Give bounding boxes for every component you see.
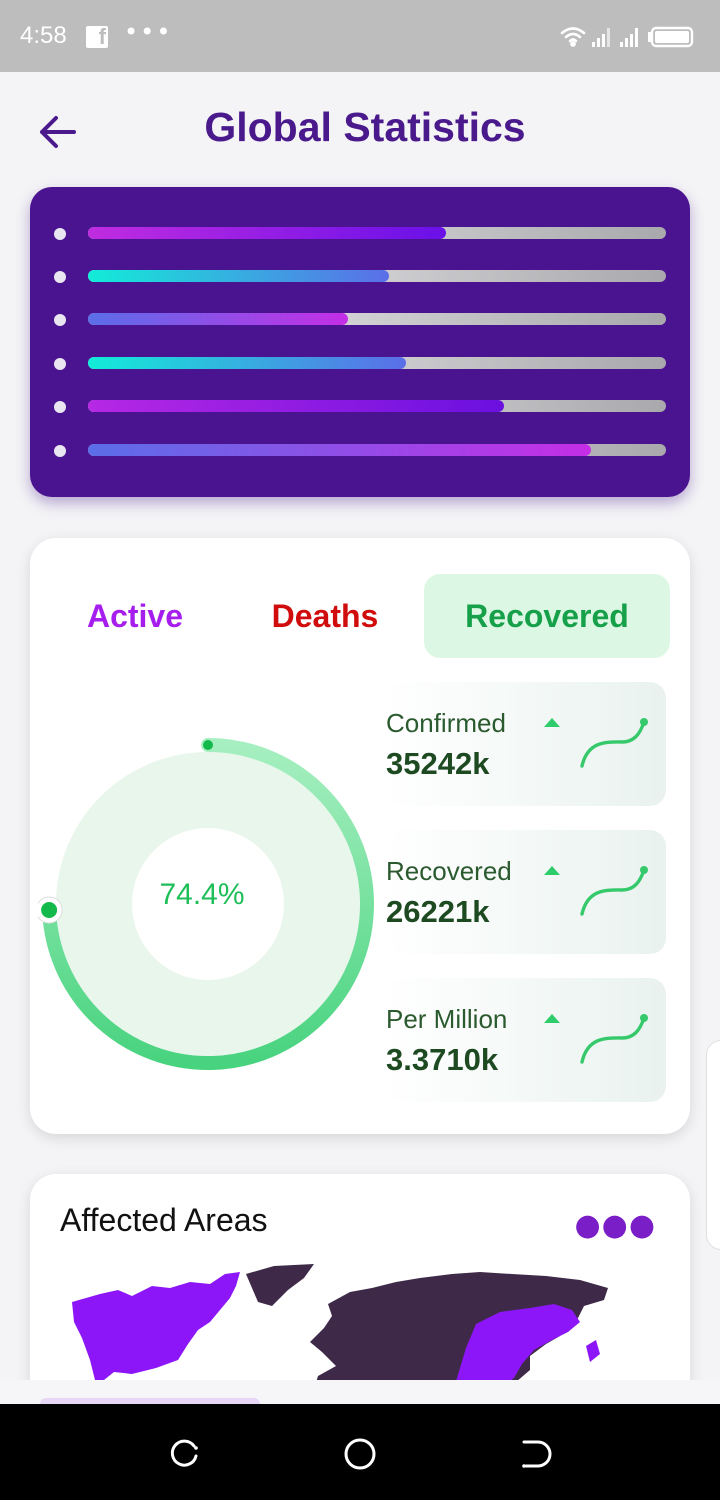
progress-bar-row [54, 357, 666, 371]
stat-value: 26221k [386, 894, 490, 929]
progress-bar-track [88, 400, 666, 412]
stat-label: Confirmed [386, 708, 506, 738]
page-title: Global Statistics [204, 104, 526, 150]
stat-value: 3.3710k [386, 1042, 499, 1077]
stat-value: 35242k [386, 746, 490, 781]
tab-deaths[interactable]: Deaths [240, 574, 410, 658]
donut-end-knob-dot [41, 901, 58, 918]
sparkline-icon [580, 718, 648, 768]
progress-bar-track [88, 313, 666, 325]
back-icon[interactable] [518, 1436, 554, 1472]
bullet-dot [54, 358, 66, 370]
progress-bar-fill [88, 227, 447, 239]
more-dots-icon: ••• [124, 18, 173, 46]
system-nav-bar [0, 1404, 720, 1500]
sparkline-icon [580, 866, 648, 916]
map-region-japan [586, 1340, 600, 1362]
signal-icon [620, 28, 638, 47]
progress-bar-row [54, 400, 666, 414]
trend-up-icon [544, 718, 560, 727]
progress-bar-fill [88, 357, 406, 369]
progress-bar-fill [88, 313, 349, 325]
status-bar: 4:58 f ••• [0, 0, 720, 72]
donut-start-marker [203, 740, 213, 750]
map-region-greenland [246, 1264, 314, 1306]
affected-areas-card: Affected Areas ●●● [30, 1174, 690, 1414]
status-icons [560, 26, 694, 48]
progress-bar-fill [88, 270, 389, 282]
progress-bar-track [88, 270, 666, 282]
progress-bar-row [54, 313, 666, 327]
stat-recovered[interactable]: Recovered 26221k [386, 830, 666, 954]
progress-bar-track [88, 357, 666, 369]
progress-bar-fill [88, 444, 591, 456]
progress-bar-row [54, 444, 666, 458]
bullet-dot [54, 314, 66, 326]
recent-apps-icon[interactable] [166, 1436, 202, 1472]
battery-icon [648, 26, 694, 48]
tab-recovered[interactable]: Recovered [424, 574, 670, 658]
stat-label: Per Million [386, 1004, 508, 1034]
progress-bar-fill [88, 400, 505, 412]
bullet-dot [54, 445, 66, 457]
trend-up-icon [544, 866, 560, 875]
bullet-dot [54, 401, 66, 413]
facebook-icon: f [86, 26, 108, 48]
signal-icon [592, 28, 610, 47]
side-drawer-handle[interactable] [706, 1040, 720, 1250]
trend-up-icon [544, 1014, 560, 1023]
status-time: 4:58 [20, 22, 67, 49]
progress-bar-row [54, 270, 666, 284]
progress-bar-track [88, 444, 666, 456]
donut-percent-label: 74.4% [159, 878, 245, 911]
sparkline-icon [580, 1014, 648, 1064]
home-icon[interactable] [342, 1436, 378, 1472]
bullet-dot [54, 271, 66, 283]
stats-card: Active Deaths Recovered 74.4% Confirmed … [30, 538, 690, 1134]
bullet-dot [54, 228, 66, 240]
progress-bar-row [54, 227, 666, 241]
progress-bar-track [88, 227, 666, 239]
progress-bars-card [30, 187, 690, 497]
tab-active[interactable]: Active [60, 574, 210, 658]
wifi-icon [560, 27, 586, 47]
more-horizontal-icon[interactable]: ●●● [574, 1208, 656, 1243]
areas-title: Affected Areas [60, 1202, 268, 1238]
stat-label: Recovered [386, 856, 512, 886]
stat-per-million[interactable]: Per Million 3.3710k [386, 978, 666, 1102]
stat-confirmed[interactable]: Confirmed 35242k [386, 682, 666, 806]
